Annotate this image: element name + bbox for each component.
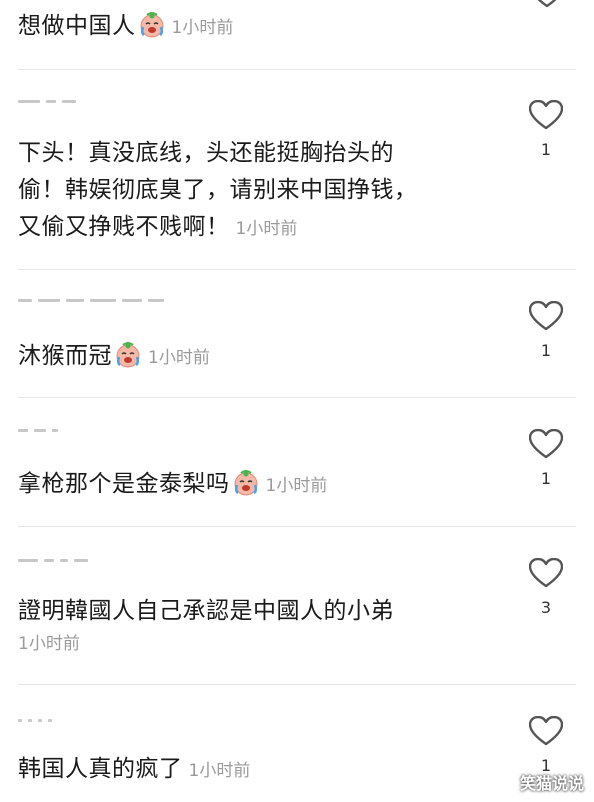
- comment-time: 1小时前: [235, 219, 298, 239]
- crying-laughing-emoji-icon: [138, 11, 166, 39]
- comment-time: 1小时前: [188, 761, 251, 781]
- username: [18, 555, 94, 565]
- like-count: 1: [540, 140, 552, 159]
- heart-icon: [529, 100, 563, 130]
- like-button[interactable]: 1: [525, 429, 567, 488]
- username: [18, 96, 82, 106]
- comment-time: 1小时前: [18, 634, 80, 654]
- comment-text: 想做中国人 1小时前: [18, 8, 498, 47]
- comment-text: 沐猴而冠 1小时前: [18, 338, 498, 377]
- comment-time: 1小时前: [148, 348, 210, 368]
- watermark: 笑猫说说: [519, 774, 584, 793]
- comment-time: 1小时前: [265, 476, 328, 496]
- divider: [18, 684, 576, 685]
- comment-body: 沐猴而冠: [18, 343, 112, 369]
- heart-icon: [529, 429, 563, 459]
- like-count: 3: [540, 598, 552, 617]
- crying-laughing-emoji-icon: [232, 469, 260, 497]
- comment-body: 拿枪那个是金泰梨吗: [18, 471, 230, 497]
- heart-icon[interactable]: [530, 0, 564, 12]
- divider: [18, 269, 576, 270]
- divider: [18, 69, 576, 70]
- username: [18, 715, 58, 725]
- comment-body: 想做中国人: [18, 13, 136, 39]
- like-count: 1: [540, 341, 552, 360]
- heart-icon: [529, 301, 563, 331]
- comment-text: 韩国人真的疯了 1小时前: [18, 751, 498, 790]
- comment-body-line: 下头！真没底线，头还能挺胸抬头的: [18, 140, 394, 166]
- like-button[interactable]: 1: [525, 301, 567, 360]
- like-button[interactable]: 3: [525, 558, 567, 617]
- divider: [18, 397, 576, 398]
- like-count: 1: [540, 469, 552, 488]
- comment-body-line: 偷！韩娱彻底臭了，请别来中国挣钱，: [18, 177, 418, 203]
- heart-icon: [529, 716, 563, 746]
- comment-body: 韩国人真的疯了: [18, 756, 183, 782]
- username: [18, 295, 170, 305]
- divider: [18, 526, 576, 527]
- comment-text: 拿枪那个是金泰梨吗 1小时前: [18, 466, 498, 505]
- comment-time: 1小时前: [171, 18, 234, 38]
- crying-laughing-emoji-icon: [114, 341, 142, 369]
- comment-body: 證明韓國人自己承認是中國人的小弟: [18, 598, 394, 624]
- comment-text: 證明韓國人自己承認是中國人的小弟 1小时前: [18, 593, 498, 658]
- heart-icon: [529, 558, 563, 588]
- comment-body-line: 又偷又挣贱不贱啊！: [18, 214, 230, 240]
- username: [18, 425, 64, 435]
- comment-list: 想做中国人 1小时前 下头！真没底线，头还能挺胸抬头的 偷！韩娱彻底臭了，请别来…: [0, 0, 594, 802]
- comment-text: 下头！真没底线，头还能挺胸抬头的 偷！韩娱彻底臭了，请别来中国挣钱， 又偷又挣贱…: [18, 135, 498, 248]
- like-button[interactable]: 1: [525, 716, 567, 775]
- like-button[interactable]: 1: [525, 100, 567, 159]
